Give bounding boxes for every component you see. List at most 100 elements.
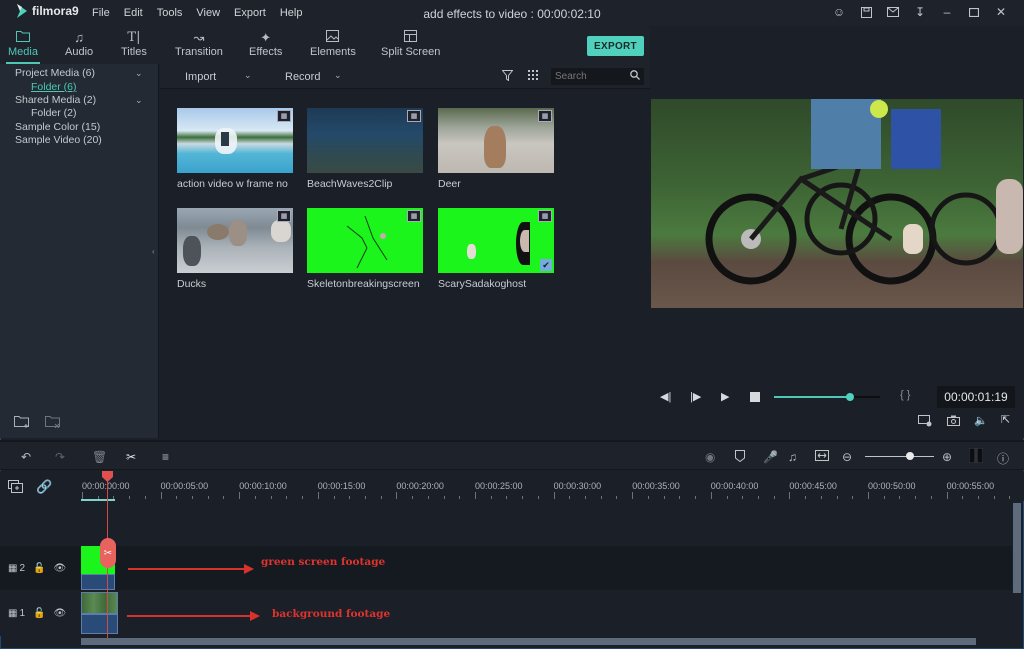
ruler-minor-tick	[1009, 496, 1011, 499]
ruler-tick-label: 00:00:35:00	[632, 481, 680, 491]
library-shared-media[interactable]: Shared Media (2)	[15, 94, 96, 106]
grid-view-icon[interactable]	[528, 70, 539, 84]
search-input[interactable]	[555, 69, 625, 84]
maximize-icon[interactable]	[967, 5, 981, 19]
link-icon[interactable]: 🔗	[36, 479, 52, 495]
stop-icon[interactable]	[750, 392, 760, 402]
media-item[interactable]: ▦ BeachWaves2Clip	[307, 108, 423, 190]
next-frame-icon[interactable]: |▶	[690, 390, 701, 403]
undo-icon[interactable]: ↶	[21, 450, 31, 464]
record-chevron-icon[interactable]: ⌄	[334, 70, 342, 81]
minimize-icon[interactable]: –	[940, 5, 954, 19]
menu-file[interactable]: File	[92, 7, 110, 19]
close-icon[interactable]: ✕	[994, 5, 1008, 19]
save-icon[interactable]	[859, 5, 873, 19]
timeline-horizontal-scrollbar[interactable]	[81, 638, 976, 645]
background-clip-audio[interactable]	[81, 614, 118, 634]
split-screen-icon	[404, 30, 418, 46]
panel-layout-icon[interactable]	[968, 447, 984, 466]
timeline-vertical-scrollbar[interactable]	[1013, 503, 1021, 593]
timeline-zoom-knob[interactable]	[906, 452, 915, 460]
menu-edit[interactable]: Edit	[124, 7, 143, 19]
media-item[interactable]: ▦ ✔ ScarySadakoghost	[438, 208, 554, 290]
ruler-minor-tick	[537, 496, 539, 499]
library-sample-video[interactable]: Sample Video (20)	[15, 134, 102, 146]
ruler-minor-tick	[129, 496, 131, 499]
ruler-minor-tick	[443, 496, 445, 499]
cut-icon[interactable]: ✂	[126, 450, 136, 464]
tab-media[interactable]: Media	[8, 30, 38, 58]
render-preview-icon[interactable]	[918, 415, 932, 430]
tab-split-screen[interactable]: Split Screen	[381, 30, 440, 58]
zoom-in-icon[interactable]: ⊕	[942, 450, 952, 464]
background-clip[interactable]	[81, 592, 118, 614]
media-item[interactable]: ▦ Ducks	[177, 208, 293, 290]
mark-in-out-icon[interactable]: { }	[900, 389, 910, 401]
import-button[interactable]: Import	[185, 71, 216, 83]
redo-icon[interactable]: ↷	[55, 450, 65, 464]
zoom-out-icon[interactable]: ⊖	[842, 450, 852, 464]
timeline-zoom-slider[interactable]	[865, 452, 934, 460]
timeline-ruler[interactable]: 🔗 00:00:00:00 00:00:05:00 00:00:10:00 00:00…	[0, 471, 1024, 501]
previous-frame-icon[interactable]: ◀|	[660, 390, 671, 403]
music-note-icon: ♫	[74, 30, 84, 45]
adjust-icon[interactable]: ≡	[162, 450, 169, 464]
media-item[interactable]: ▦ Deer	[438, 108, 554, 190]
lock-icon[interactable]: 🔓	[33, 608, 45, 619]
delete-icon[interactable]: 🗑	[92, 450, 107, 464]
help-icon[interactable]: ⓘ	[997, 450, 1009, 467]
download-icon[interactable]: ↧	[913, 5, 927, 19]
filter-icon[interactable]	[501, 70, 514, 84]
visibility-eye-icon[interactable]: 👁	[53, 608, 66, 619]
visibility-eye-icon[interactable]: 👁	[53, 563, 66, 574]
split-scissors-icon[interactable]: ✂	[100, 538, 116, 568]
chevron-down-icon[interactable]: ⌄	[135, 68, 143, 79]
mail-icon[interactable]	[886, 5, 900, 19]
ruler-minor-tick	[915, 496, 917, 499]
collapse-panel-icon[interactable]: ‹	[152, 247, 158, 257]
tab-elements[interactable]: Elements	[310, 30, 356, 58]
tab-audio[interactable]: ♫ Audio	[65, 30, 93, 58]
audio-mixer-icon[interactable]: ♫	[788, 450, 797, 464]
ruler-minor-tick	[490, 496, 492, 499]
record-button[interactable]: Record	[285, 71, 320, 83]
menu-tools[interactable]: Tools	[157, 7, 183, 19]
delete-folder-icon[interactable]	[45, 415, 61, 431]
play-icon[interactable]: ▶	[721, 390, 729, 403]
library-folder-shared[interactable]: Folder (2)	[31, 107, 77, 119]
ruler-major-tick	[317, 492, 319, 499]
menu-view[interactable]: View	[196, 7, 220, 19]
render-icon[interactable]: ◉	[705, 450, 715, 464]
add-track-icon[interactable]	[8, 480, 23, 496]
library-project-media[interactable]: Project Media (6)	[15, 67, 95, 79]
volume-icon[interactable]: 🔈	[974, 414, 988, 427]
chevron-down-icon[interactable]: ⌄	[135, 95, 143, 106]
ruler-minor-tick	[616, 496, 618, 499]
account-icon[interactable]: ☺	[832, 5, 846, 19]
media-item[interactable]: ▦ Skeletonbreakingscreen	[307, 208, 423, 290]
library-folder-project[interactable]: Folder (6)	[31, 81, 77, 93]
fullscreen-icon[interactable]: ⇱	[1001, 413, 1010, 426]
media-item[interactable]: ▦ action video w frame no	[177, 108, 293, 190]
media-thumbnail: ▦	[177, 108, 293, 173]
import-chevron-icon[interactable]: ⌄	[244, 70, 252, 81]
fit-timeline-icon[interactable]	[815, 450, 829, 464]
marker-icon[interactable]	[735, 450, 745, 465]
menu-help[interactable]: Help	[280, 7, 303, 19]
menu-export[interactable]: Export	[234, 7, 266, 19]
playback-progress-track[interactable]	[774, 393, 880, 401]
tab-titles[interactable]: T| Titles	[121, 30, 147, 58]
library-sample-color[interactable]: Sample Color (15)	[15, 121, 100, 133]
playback-progress-knob[interactable]	[846, 393, 855, 401]
tab-effects[interactable]: ✦ Effects	[249, 30, 282, 58]
add-folder-icon[interactable]	[14, 415, 30, 431]
ruler-tick-label: 00:00:25:00	[475, 481, 523, 491]
lock-icon[interactable]: 🔓	[33, 563, 45, 574]
video-file-icon: ▦	[538, 110, 552, 122]
tab-transition[interactable]: ↝ Transition	[175, 30, 223, 58]
green-screen-clip-audio[interactable]	[81, 574, 115, 590]
snapshot-icon[interactable]	[947, 415, 960, 429]
search-icon[interactable]	[630, 70, 640, 83]
export-button[interactable]: EXPORT	[587, 36, 644, 56]
microphone-icon[interactable]: 🎤	[763, 450, 778, 464]
